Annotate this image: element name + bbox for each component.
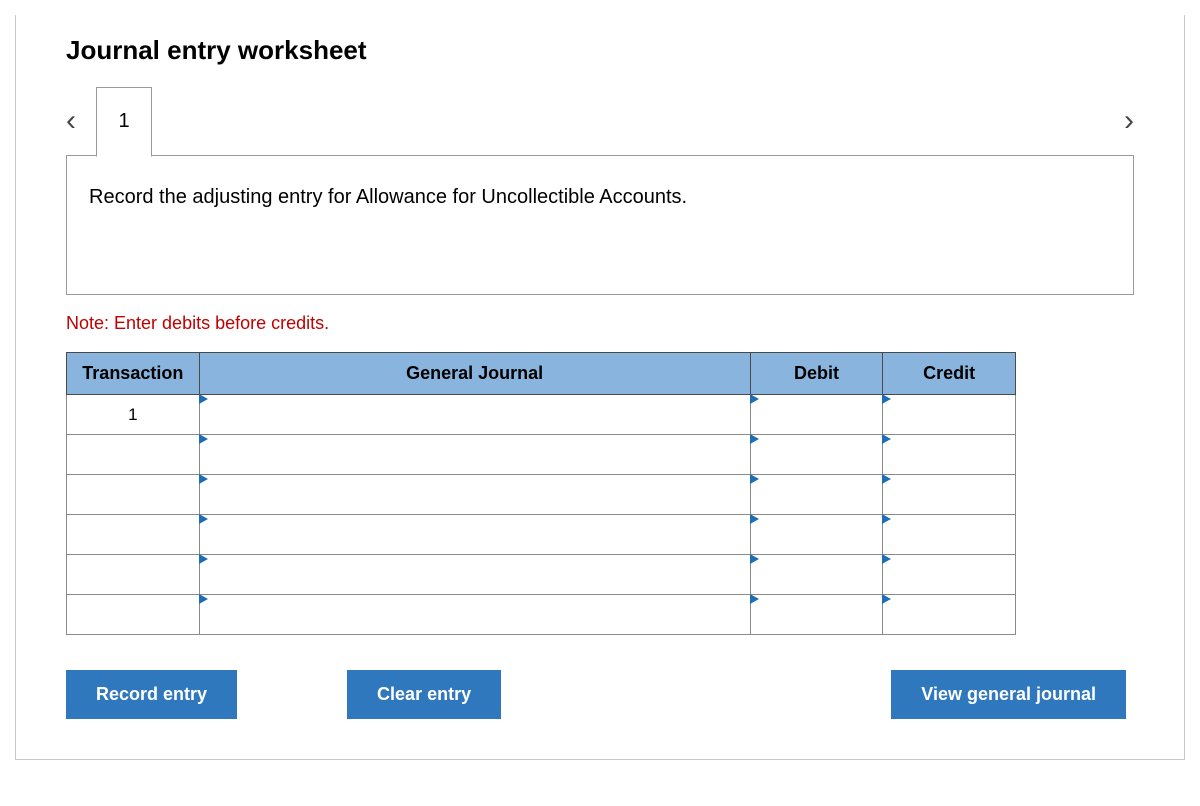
table-row xyxy=(67,515,1016,555)
nav-left-group: ‹ 1 xyxy=(66,87,152,156)
table-row xyxy=(67,435,1016,475)
cell-transaction xyxy=(67,435,200,475)
cell-credit[interactable] xyxy=(883,395,1016,435)
cell-transaction xyxy=(67,475,200,515)
cell-debit[interactable] xyxy=(750,515,883,555)
cell-credit[interactable] xyxy=(883,555,1016,595)
cell-transaction xyxy=(67,595,200,635)
cell-debit[interactable] xyxy=(750,595,883,635)
prev-chevron-icon[interactable]: ‹ xyxy=(66,106,76,136)
cell-debit[interactable] xyxy=(750,395,883,435)
page-title: Journal entry worksheet xyxy=(66,35,1134,66)
cell-debit[interactable] xyxy=(750,475,883,515)
header-general-journal: General Journal xyxy=(199,353,750,395)
note-text: Note: Enter debits before credits. xyxy=(66,313,1134,334)
cell-credit[interactable] xyxy=(883,595,1016,635)
clear-entry-button[interactable]: Clear entry xyxy=(347,670,501,719)
header-transaction: Transaction xyxy=(67,353,200,395)
cell-general-journal[interactable] xyxy=(199,475,750,515)
journal-tbody: 1 xyxy=(67,395,1016,635)
table-row: 1 xyxy=(67,395,1016,435)
tab-label: 1 xyxy=(118,110,129,133)
instruction-text: Record the adjusting entry for Allowance… xyxy=(89,186,687,208)
cell-general-journal[interactable] xyxy=(199,595,750,635)
instruction-box: Record the adjusting entry for Allowance… xyxy=(66,155,1134,295)
cell-general-journal[interactable] xyxy=(199,515,750,555)
table-row xyxy=(67,475,1016,515)
cell-credit[interactable] xyxy=(883,515,1016,555)
tab-1[interactable]: 1 xyxy=(96,87,152,157)
cell-general-journal[interactable] xyxy=(199,395,750,435)
next-chevron-icon[interactable]: › xyxy=(1124,106,1134,136)
header-debit: Debit xyxy=(750,353,883,395)
cell-credit[interactable] xyxy=(883,435,1016,475)
tab-nav-row: ‹ 1 › xyxy=(66,86,1134,156)
header-credit: Credit xyxy=(883,353,1016,395)
cell-debit[interactable] xyxy=(750,555,883,595)
cell-transaction xyxy=(67,515,200,555)
worksheet-container: Journal entry worksheet ‹ 1 › Record the… xyxy=(15,15,1185,760)
table-row xyxy=(67,555,1016,595)
button-row: Record entry Clear entry View general jo… xyxy=(66,670,1126,719)
record-entry-button[interactable]: Record entry xyxy=(66,670,237,719)
cell-general-journal[interactable] xyxy=(199,435,750,475)
cell-transaction: 1 xyxy=(67,395,200,435)
journal-table: Transaction General Journal Debit Credit… xyxy=(66,352,1016,635)
cell-transaction xyxy=(67,555,200,595)
cell-credit[interactable] xyxy=(883,475,1016,515)
table-row xyxy=(67,595,1016,635)
view-general-journal-button[interactable]: View general journal xyxy=(891,670,1126,719)
cell-general-journal[interactable] xyxy=(199,555,750,595)
cell-debit[interactable] xyxy=(750,435,883,475)
